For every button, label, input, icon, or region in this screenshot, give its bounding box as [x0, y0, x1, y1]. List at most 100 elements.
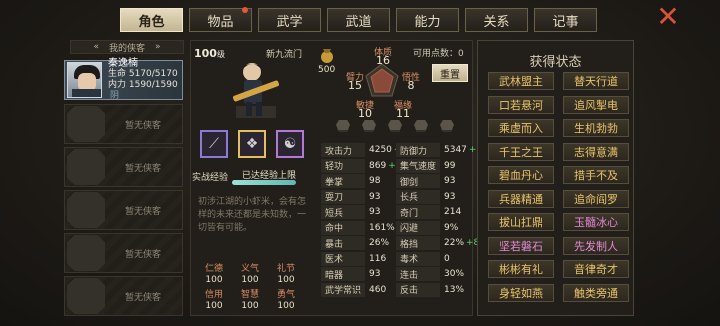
stat-label: 拳掌	[321, 174, 365, 188]
buff-item[interactable]: 替天行道	[563, 72, 629, 90]
stat-value: 93	[444, 176, 456, 186]
weapon-slot-icon[interactable]: ⟋	[200, 130, 228, 158]
stat-yujian: 御剑 93	[396, 174, 457, 188]
virtue-item: 信用 100	[204, 290, 223, 311]
character-description: 初涉江湖的小虾米，会有怎样的未来还都是未知数，一切皆有可能。	[198, 197, 307, 233]
attr-tizhi-value: 16	[376, 54, 390, 67]
stat-fanji: 反击 13%	[396, 282, 466, 297]
tab-martial-path[interactable]: 武道	[327, 8, 390, 32]
stat-dushu: 毒术 0	[396, 251, 452, 266]
buff-item[interactable]: 兵器精通	[488, 189, 554, 208]
stat-value: 214	[444, 207, 462, 217]
stat-anqi: 暗器 93	[321, 267, 382, 281]
stat-shuadao: 耍刀 93	[321, 189, 382, 204]
buff-item[interactable]: 乘虚而入	[488, 119, 554, 137]
buff-item[interactable]: 坚若磐石	[488, 236, 554, 255]
stat-changbing: 长兵 93	[396, 189, 457, 204]
buff-item[interactable]: 拔山扛鼎	[488, 213, 554, 231]
tab-items[interactable]: 物品	[189, 7, 252, 32]
tab-martial-arts[interactable]: 武学	[258, 8, 321, 32]
party-slot-active[interactable]: 秦逸楠 生命 5170/5170 内力 1590/1590阴	[64, 58, 183, 101]
gem-slot-icon[interactable]	[362, 120, 376, 132]
buff-item[interactable]: 碧血丹心	[488, 166, 554, 184]
buff-item[interactable]: 武林盟主	[488, 72, 554, 90]
chevron-left-icon[interactable]: «	[93, 42, 99, 52]
buff-item[interactable]: 志得意满	[563, 142, 629, 161]
stat-value: 98	[369, 176, 381, 186]
buff-item[interactable]: 口若悬河	[488, 95, 554, 114]
gem-slot-icon[interactable]	[388, 120, 402, 132]
gem-slot-icon[interactable]	[414, 120, 428, 132]
tab-relations[interactable]: 关系	[465, 8, 528, 32]
buff-item[interactable]: 触类旁通	[563, 283, 629, 302]
stat-label: 短兵	[321, 205, 365, 219]
attr-minjie-value: 10	[358, 107, 372, 120]
virtue-item: 义气 100	[240, 264, 259, 285]
empty-slot-label: 暂无侠客	[125, 249, 162, 260]
buff-item[interactable]: 彬彬有礼	[488, 260, 554, 278]
chevron-right-icon[interactable]: »	[155, 42, 161, 52]
gem-slot-icon[interactable]	[440, 120, 454, 132]
stat-value: 22%	[444, 238, 465, 248]
buff-item[interactable]: 生机勃勃	[563, 119, 629, 137]
stat-value: 13%	[444, 284, 465, 295]
tab-journal[interactable]: 记事	[534, 8, 597, 32]
char-hp: 生命 5170/5170	[108, 69, 178, 79]
stat-label: 命中	[321, 220, 365, 235]
stat-mingzhong: 命中 161%	[321, 220, 397, 235]
party-slot-empty[interactable]: 暂无侠客	[64, 190, 183, 230]
stat-qimen: 奇门 214	[396, 205, 463, 219]
stat-value: 93	[444, 191, 456, 202]
char-mp: 内力 1590/1590	[108, 80, 178, 90]
stat-label: 集气速度	[396, 158, 440, 173]
buff-item[interactable]: 身轻如燕	[488, 283, 554, 302]
virtue-item: 礼节 100	[276, 264, 295, 285]
tab-abilities[interactable]: 能力	[396, 8, 459, 32]
party-slot-empty[interactable]: 暂无侠客	[64, 276, 183, 316]
stat-value: 0	[444, 253, 450, 264]
stat-label: 耍刀	[321, 189, 365, 204]
party-slot-empty[interactable]: 暂无侠客	[64, 104, 183, 144]
stat-value: 161%	[369, 222, 395, 233]
attr-fuyuan-value: 11	[396, 107, 410, 120]
stat-label: 反击	[396, 282, 440, 297]
tab-character[interactable]: 角色	[120, 8, 183, 32]
buff-item[interactable]: 措手不及	[563, 166, 629, 184]
buff-item[interactable]: 玉髓冰心	[563, 213, 629, 231]
stat-label: 格挡	[396, 236, 440, 250]
empty-slot-label: 暂无侠客	[125, 292, 162, 303]
stat-label: 奇门	[396, 205, 440, 219]
armor-slot-icon[interactable]: ❖	[238, 130, 266, 158]
virtue-item: 勇气 100	[276, 290, 295, 311]
party-header: « 我的侠客 »	[70, 40, 184, 54]
attr-wuxing-value: 8	[407, 79, 415, 92]
stat-label: 闪避	[396, 220, 440, 235]
stat-label: 医术	[321, 251, 365, 266]
buff-item[interactable]: 追风掣电	[563, 95, 629, 114]
buff-item[interactable]: 千王之王	[488, 142, 554, 161]
buff-item[interactable]: 先发制人	[563, 236, 629, 255]
stat-value: 116	[369, 253, 387, 264]
reset-button[interactable]: 重置	[432, 64, 468, 82]
stat-label: 武学常识	[321, 282, 365, 297]
party-header-label: 我的侠客	[108, 43, 145, 54]
empty-slot-label: 暂无侠客	[125, 120, 162, 131]
gem-slot-icon[interactable]	[336, 120, 350, 132]
stat-shanbi: 闪避 9%	[396, 220, 460, 235]
party-slot-empty[interactable]: 暂无侠客	[64, 147, 183, 187]
stat-baoji: 暴击 26%	[321, 236, 391, 250]
buff-item[interactable]: 追命阎罗	[563, 189, 629, 208]
party-slot-empty[interactable]: 暂无侠客	[64, 233, 183, 273]
buff-item[interactable]: 音律奇才	[563, 260, 629, 278]
accessory-slot-icon[interactable]: ☯	[276, 130, 304, 158]
stat-label: 攻击力	[321, 143, 365, 157]
exp-bar-fill	[232, 180, 296, 185]
buff-title: 获得状态	[529, 55, 582, 70]
game-screen: { "tabs":["角色","物品","武学","武道","能力","关系",…	[0, 0, 720, 326]
character-sprite	[232, 63, 280, 118]
close-icon[interactable]: ✕	[654, 3, 682, 31]
exp-label: 实战经验	[192, 173, 229, 183]
stat-label: 长兵	[396, 189, 440, 204]
avatar	[67, 62, 102, 98]
medal-icon	[321, 49, 333, 63]
